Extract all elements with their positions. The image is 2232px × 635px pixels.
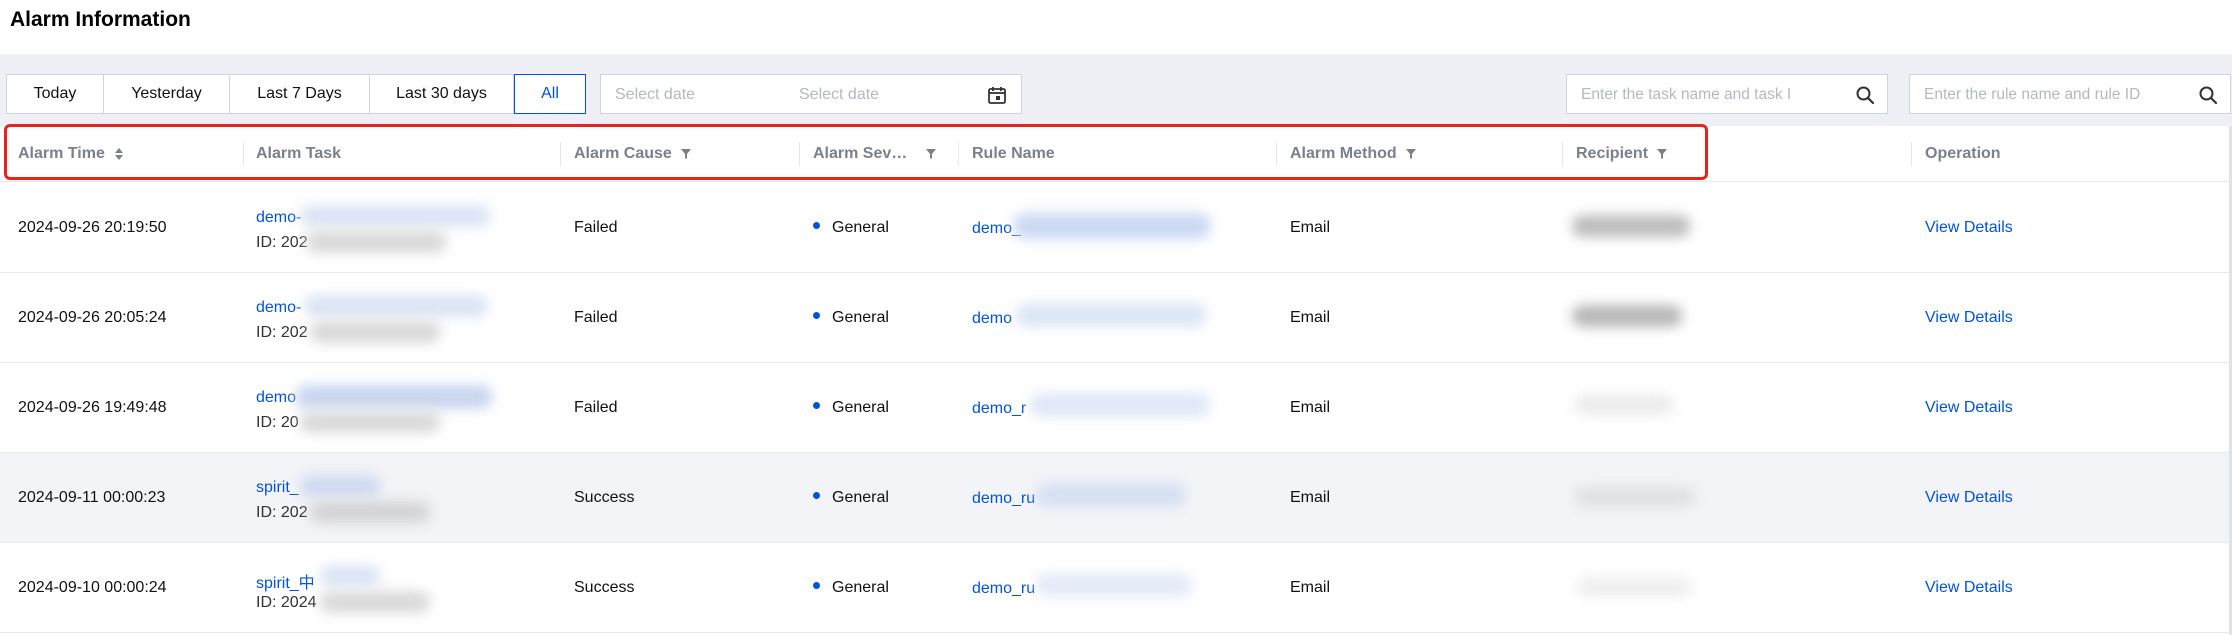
alarm-task-link[interactable]: demo- [256,209,301,227]
alarm-time: 2024-09-26 20:19:50 [18,219,167,236]
redacted-text [300,475,380,497]
alarm-task-id: ID: 202 [256,324,308,341]
redacted-text [320,565,380,587]
redacted-text [300,411,440,433]
rule-name-link[interactable]: demo [972,310,1012,328]
table-row: 2024-09-10 00:00:24 spirit_中 ID: 2024 Su… [0,543,2232,633]
page-title: Alarm Information [10,8,191,31]
rule-name-link[interactable]: demo_ru [972,580,1035,598]
severity-dot [813,582,820,590]
redacted-text [310,321,440,343]
alarm-severity: General [813,219,889,237]
redacted-recipient [1576,577,1692,597]
rule-name-link[interactable]: demo_r [972,400,1026,418]
all-button[interactable]: All [514,74,586,114]
rule-search-input[interactable]: Enter the rule name and rule ID [1909,74,2231,114]
last-7-days-button[interactable]: Last 7 Days [230,74,370,114]
time-range-segmented-control: Today Yesterday Last 7 Days Last 30 days… [6,74,586,114]
redacted-text [320,591,430,613]
alarm-method: Email [1290,399,1331,416]
redacted-text [1014,213,1210,239]
redacted-recipient [1574,487,1696,507]
alarm-method: Email [1290,579,1331,596]
redacted-text [1036,483,1186,507]
column-header-operation: Operation [1925,145,2001,162]
table-row: 2024-09-26 20:05:24 demo- ID: 202 Failed… [0,273,2232,363]
alarm-time: 2024-09-11 00:00:23 [18,489,166,506]
redacted-text [310,501,430,523]
view-details-link[interactable]: View Details [1925,579,2013,597]
severity-dot [813,492,820,500]
last-30-days-button[interactable]: Last 30 days [370,74,514,114]
redacted-text [1030,393,1210,417]
redacted-text [1036,573,1192,597]
date-range-picker[interactable]: Select date Select date [600,74,1022,114]
alarm-cause: Success [574,579,635,596]
header-highlight-box [4,124,1708,180]
view-details-link[interactable]: View Details [1925,219,2013,237]
alarm-task-id: ID: 2024 [256,594,317,611]
alarm-task-id: ID: 202 [256,504,308,521]
today-button[interactable]: Today [6,74,104,114]
alarm-severity: General [813,399,889,417]
column-divider[interactable] [1911,142,1912,166]
filter-toolbar: Today Yesterday Last 7 Days Last 30 days… [0,54,2232,126]
search-icon[interactable] [1855,85,1875,105]
alarm-task-link[interactable]: spirit_ [256,479,299,497]
alarm-task-link[interactable]: demo [256,389,296,407]
alarm-severity: General [813,309,889,327]
yesterday-button[interactable]: Yesterday [104,74,230,114]
severity-dot [813,222,820,230]
alarm-method: Email [1290,489,1331,506]
table-row: 2024-09-26 19:49:48 demo ID: 20 Failed G… [0,363,2232,453]
table-row: 2024-09-26 20:19:50 demo- ID: 202 Failed… [0,183,2232,273]
alarm-task-id: ID: 202 [256,234,308,251]
redacted-text [306,231,446,253]
alarm-task-link[interactable]: spirit_中 [256,569,315,593]
table-row: 2024-09-11 00:00:23 spirit_ ID: 202 Succ… [0,453,2232,543]
redacted-text [304,295,488,317]
alarm-time: 2024-09-26 19:49:48 [18,399,167,416]
search-icon[interactable] [2198,85,2218,105]
redacted-recipient [1572,305,1682,327]
redacted-text [300,205,490,227]
alarm-cause: Failed [574,219,618,236]
rule-name-link[interactable]: demo_ru [972,490,1035,508]
calendar-icon[interactable] [987,85,1007,105]
alarm-task-link[interactable]: demo- [256,299,301,317]
end-date-input[interactable]: Select date [799,86,879,104]
alarm-method: Email [1290,309,1331,326]
alarm-method: Email [1290,219,1331,236]
view-details-link[interactable]: View Details [1925,489,2013,507]
view-details-link[interactable]: View Details [1925,399,2013,417]
alarm-cause: Success [574,489,635,506]
redacted-recipient [1572,215,1690,237]
alarm-task-id: ID: 20 [256,414,299,431]
start-date-input[interactable]: Select date [615,86,695,104]
redacted-text [296,385,492,409]
severity-dot [813,312,820,320]
alarm-severity: General [813,579,889,597]
alarm-time: 2024-09-26 20:05:24 [18,309,167,326]
severity-dot [813,402,820,410]
alarm-cause: Failed [574,399,618,416]
alarm-time: 2024-09-10 00:00:24 [18,579,167,596]
alarm-cause: Failed [574,309,618,326]
alarm-severity: General [813,489,889,507]
redacted-text [1016,303,1206,327]
task-search-input[interactable]: Enter the task name and task I [1566,74,1888,114]
redacted-recipient [1574,395,1674,415]
view-details-link[interactable]: View Details [1925,309,2013,327]
